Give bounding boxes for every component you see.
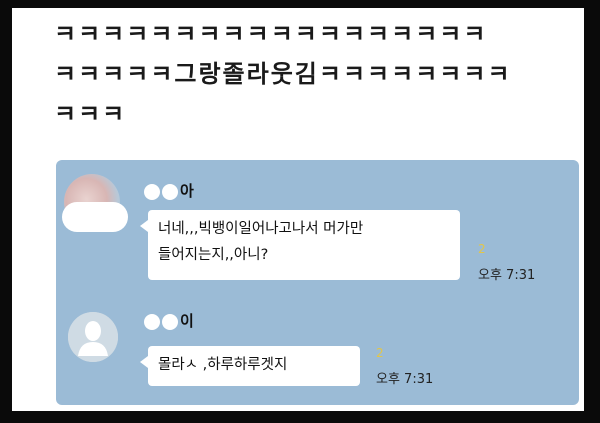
- censor-blot: [62, 202, 128, 232]
- avatar[interactable]: [62, 174, 128, 232]
- sender-name-text: 아: [180, 182, 194, 200]
- default-avatar[interactable]: [68, 312, 118, 362]
- post-body: ㅋㅋㅋㅋㅋㅋㅋㅋㅋㅋㅋㅋㅋㅋㅋㅋㅋㅋ ㅋㅋㅋㅋㅋ그랑졸라웃김ㅋㅋㅋㅋㅋㅋㅋㅋ ㅋ…: [54, 14, 574, 134]
- message-bubble[interactable]: 너네,,,빅뱅이일어나고나서 머가만 들어지는지,,아니?: [140, 210, 460, 280]
- post-card: ㅋㅋㅋㅋㅋㅋㅋㅋㅋㅋㅋㅋㅋㅋㅋㅋㅋㅋ ㅋㅋㅋㅋㅋ그랑졸라웃김ㅋㅋㅋㅋㅋㅋㅋㅋ ㅋ…: [12, 8, 584, 411]
- chat-screenshot: 아 너네,,,빅뱅이일어나고나서 머가만 들어지는지,,아니? 2 오후 7:3…: [56, 160, 579, 405]
- message-text: 들어지는지,,아니?: [158, 247, 269, 263]
- message-text: 몰라ㅅ ,하루하루겟지: [158, 357, 288, 373]
- post-line: ㅋㅋㅋㅋㅋ그랑졸라웃김ㅋㅋㅋㅋㅋㅋㅋㅋ: [54, 60, 512, 88]
- censor-blot: [162, 313, 178, 330]
- message-text: 너네,,,빅뱅이일어나고나서 머가만: [158, 221, 364, 237]
- censor-blot: [144, 183, 160, 200]
- message-time: 오후 7:31: [376, 372, 434, 387]
- message-time: 오후 7:31: [478, 268, 536, 283]
- sender-name: 이: [144, 310, 194, 331]
- message-bubble[interactable]: 몰라ㅅ ,하루하루겟지: [140, 346, 360, 386]
- screenshot-frame: ㅋㅋㅋㅋㅋㅋㅋㅋㅋㅋㅋㅋㅋㅋㅋㅋㅋㅋ ㅋㅋㅋㅋㅋ그랑졸라웃김ㅋㅋㅋㅋㅋㅋㅋㅋ ㅋ…: [0, 0, 600, 423]
- person-icon: [68, 312, 118, 362]
- post-line: ㅋㅋㅋㅋㅋㅋㅋㅋㅋㅋㅋㅋㅋㅋㅋㅋㅋㅋ: [54, 20, 488, 48]
- unread-count: 2: [478, 242, 486, 256]
- unread-count: 2: [376, 346, 384, 360]
- sender-name: 아: [144, 180, 194, 201]
- censor-blot: [144, 313, 160, 330]
- sender-name-text: 이: [180, 312, 194, 330]
- post-line: ㅋㅋㅋ: [54, 100, 127, 128]
- censor-blot: [162, 183, 178, 200]
